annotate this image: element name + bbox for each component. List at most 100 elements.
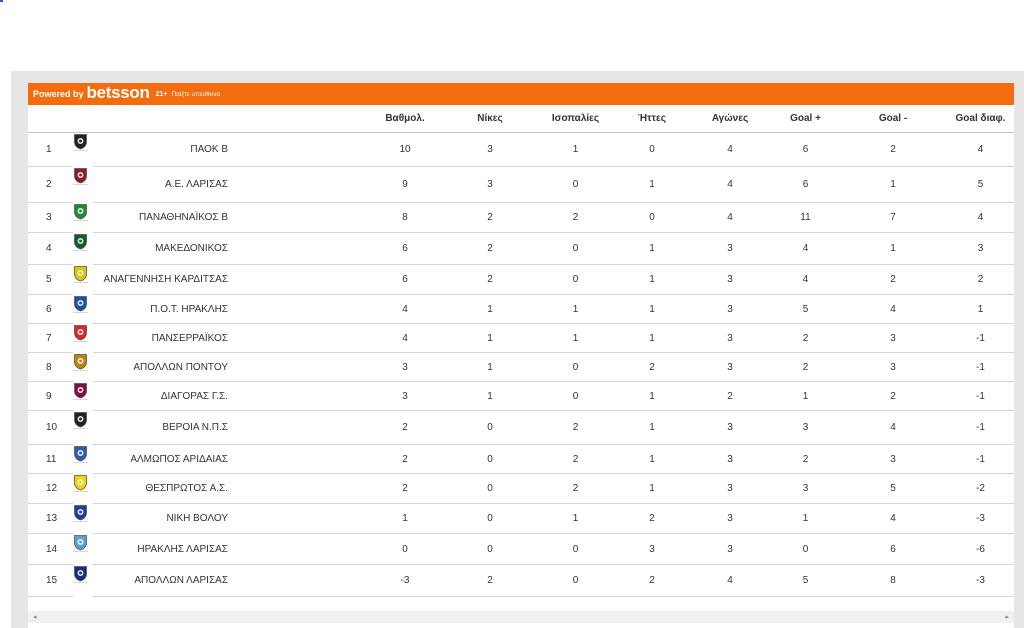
anagennisi-crest-icon <box>73 265 88 282</box>
points-cell: 3 <box>365 381 445 411</box>
goals-against-header[interactable]: Goal - <box>839 105 947 133</box>
losses-cell: 1 <box>616 444 688 474</box>
wins-cell: 0 <box>445 503 535 534</box>
goals-against-cell: 3 <box>839 323 947 353</box>
team-name: ΒΕΡΟΙΑ Ν.Π.Σ <box>93 410 228 445</box>
table-row[interactable]: 11 ΑΛΜΩΠΟΣ ΑΡΙΔΑΙΑΣ 2 0 2 1 3 2 3 -1 <box>28 444 1014 474</box>
goal-diff-cell: -1 <box>947 444 1014 474</box>
crest-header <box>73 105 93 133</box>
team-name: ΜΑΚΕΔΟΝΙΚΟΣ <box>93 232 228 265</box>
team-name: ΠΑΟΚ Β <box>93 132 228 167</box>
apollon-pontou-crest-icon <box>73 353 88 370</box>
team-name: ΘΕΣΠΡΩΤΟΣ Α.Σ. <box>93 473 228 504</box>
goal-diff-cell: 4 <box>947 202 1014 233</box>
goals-for-cell: 6 <box>772 166 839 203</box>
spacer-cell <box>228 264 365 295</box>
table-row[interactable]: 6 Π.Ο.Τ. ΗΡΑΚΛΗΣ 4 1 1 1 3 5 4 1 <box>28 294 1014 324</box>
table-row[interactable]: 5 ΑΝΑΓΕΝΝΗΣΗ ΚΑΡΔΙΤΣΑΣ 6 2 0 1 3 4 2 2 <box>28 264 1014 295</box>
crest-cell <box>73 411 88 429</box>
wins-cell: 2 <box>445 264 535 295</box>
goals-for-cell: 11 <box>772 202 839 233</box>
played-header[interactable]: Αγώνες <box>688 105 772 133</box>
goals-for-header[interactable]: Goal + <box>772 105 839 133</box>
played-cell: 3 <box>688 323 772 353</box>
goal-diff-cell: 1 <box>947 294 1014 324</box>
crest-cell <box>73 382 88 400</box>
crest-cell <box>73 474 88 492</box>
wins-header[interactable]: Νίκες <box>445 105 535 133</box>
goal-diff-header[interactable]: Goal διαφ. <box>947 105 1014 133</box>
pos-cell: 15 <box>28 564 73 597</box>
losses-cell: 2 <box>616 352 688 382</box>
draws-cell: 1 <box>535 294 616 324</box>
horizontal-scrollbar[interactable]: ◂ ▸ <box>28 611 1014 623</box>
pos-cell: 13 <box>28 503 73 534</box>
iraklis-larisas-crest-icon <box>73 534 88 551</box>
points-cell: 6 <box>365 232 445 265</box>
goal-diff-cell: -6 <box>947 533 1014 565</box>
goal-diff-cell: 3 <box>947 232 1014 265</box>
betsson-logo[interactable]: betsson <box>87 84 150 102</box>
crest-cell <box>73 565 88 583</box>
crest-cell <box>73 353 88 371</box>
table-row[interactable]: 7 ΠΑΝΣΕΡΡΑΪΚΟΣ 4 1 1 1 3 2 3 -1 <box>28 323 1014 353</box>
played-cell: 4 <box>688 166 772 203</box>
wins-cell: 2 <box>445 564 535 597</box>
goals-for-cell: 2 <box>772 352 839 382</box>
spacer-cell <box>228 323 365 353</box>
goals-for-cell: 6 <box>772 132 839 167</box>
goals-against-cell: 2 <box>839 264 947 295</box>
table-row[interactable]: 13 ΝΙΚΗ ΒΟΛΟΥ 1 0 1 2 3 1 4 -3 <box>28 503 1014 534</box>
scroll-left-icon[interactable]: ◂ <box>33 613 37 621</box>
losses-cell: 1 <box>616 410 688 445</box>
niki-volou-crest-icon <box>73 504 88 521</box>
played-cell: 4 <box>688 202 772 233</box>
goals-for-cell: 0 <box>772 533 839 565</box>
points-cell: 9 <box>365 166 445 203</box>
draws-cell: 0 <box>535 232 616 265</box>
table-row[interactable]: 10 ΒΕΡΟΙΑ Ν.Π.Σ 2 0 2 1 3 3 4 -1 <box>28 410 1014 445</box>
goals-for-cell: 1 <box>772 503 839 534</box>
goals-for-cell: 1 <box>772 381 839 411</box>
pos-cell: 12 <box>28 473 73 504</box>
sponsor-bar[interactable]: Powered by betsson 21+ Παίξτε υπεύθυνα <box>28 83 1014 105</box>
table-row[interactable]: 8 ΑΠΟΛΛΩΝ ΠΟΝΤΟΥ 3 1 0 2 3 2 3 -1 <box>28 352 1014 382</box>
pos-cell: 5 <box>28 264 73 295</box>
spacer-cell <box>228 202 365 233</box>
table-row[interactable]: 4 ΜΑΚΕΔΟΝΙΚΟΣ 6 2 0 1 3 4 1 3 <box>28 232 1014 265</box>
table-row[interactable]: 14 ΗΡΑΚΛΗΣ ΛΑΡΙΣΑΣ 0 0 0 3 3 0 6 -6 <box>28 533 1014 565</box>
losses-header[interactable]: Ήττες <box>616 105 688 133</box>
table-row[interactable]: 2 Α.Ε. ΛΑΡΙΣΑΣ 9 3 0 1 4 6 1 5 <box>28 166 1014 203</box>
goals-against-cell: 4 <box>839 410 947 445</box>
draws-cell: 1 <box>535 323 616 353</box>
table-row[interactable]: 1 ΠΑΟΚ Β 10 3 1 0 4 6 2 4 <box>28 132 1014 167</box>
goals-against-cell: 3 <box>839 352 947 382</box>
pos-cell: 2 <box>28 166 73 203</box>
losses-cell: 0 <box>616 202 688 233</box>
team-name: ΑΛΜΩΠΟΣ ΑΡΙΔΑΙΑΣ <box>93 444 228 474</box>
played-cell: 3 <box>688 264 772 295</box>
scroll-right-icon[interactable]: ▸ <box>1005 613 1009 621</box>
wins-cell: 1 <box>445 381 535 411</box>
draws-header[interactable]: Ισοπαλίες <box>535 105 616 133</box>
goal-diff-cell: -2 <box>947 473 1014 504</box>
points-cell: 4 <box>365 294 445 324</box>
table-row[interactable]: 12 ΘΕΣΠΡΩΤΟΣ Α.Σ. 2 0 2 1 3 3 5 -2 <box>28 473 1014 504</box>
panathinaikos-crest-icon <box>73 203 88 220</box>
table-row[interactable]: 15 ΑΠΟΛΛΩΝ ΛΑΡΙΣΑΣ -3 2 0 2 4 5 8 -3 <box>28 564 1014 597</box>
spacer-cell <box>228 132 365 167</box>
goals-for-cell: 2 <box>772 444 839 474</box>
paok-crest-icon <box>73 133 88 150</box>
table-row[interactable]: 3 ΠΑΝΑΘΗΝΑΪΚΟΣ Β 8 2 2 0 4 11 7 4 <box>28 202 1014 233</box>
losses-cell: 1 <box>616 166 688 203</box>
pos-cell: 3 <box>28 202 73 233</box>
crest-cell <box>73 504 88 522</box>
age-restriction-label: 21+ <box>155 90 168 98</box>
points-cell: 2 <box>365 444 445 474</box>
goal-diff-cell: -1 <box>947 352 1014 382</box>
spacer-cell <box>228 294 365 324</box>
points-header[interactable]: Βαθμολ. <box>365 105 445 133</box>
table-row[interactable]: 9 ΔΙΑΓΟΡΑΣ Γ.Σ. 3 1 0 1 2 1 2 -1 <box>28 381 1014 411</box>
losses-cell: 0 <box>616 132 688 167</box>
apollon-larisas-crest-icon <box>73 565 88 582</box>
